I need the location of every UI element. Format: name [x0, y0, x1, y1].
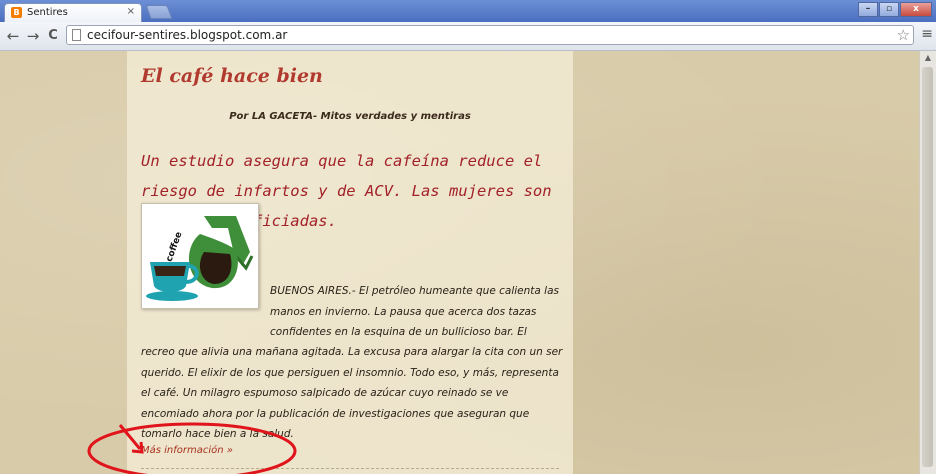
minimize-button[interactable]: – — [858, 2, 878, 17]
post-body-rest: recreo que alivia una mañana agitada. La… — [141, 346, 563, 440]
coffee-image-label: coffee — [165, 231, 185, 264]
back-arrow-icon[interactable]: ← — [4, 27, 22, 45]
address-bar[interactable]: cecifour-sentires.blogspot.com.ar ☆ — [66, 25, 914, 45]
page-icon — [72, 29, 81, 41]
post-divider — [141, 468, 559, 469]
window-controls: – ▫ x — [858, 2, 932, 17]
blogger-icon: B — [11, 7, 22, 18]
post-body-intro: BUENOS AIRES.- El petróleo humeante que … — [270, 285, 559, 338]
scroll-up-icon[interactable]: ▲ — [920, 51, 936, 65]
maximize-button[interactable]: ▫ — [879, 2, 899, 17]
window-titlebar: B Sentires × – ▫ x — [0, 0, 936, 22]
reload-icon[interactable]: C — [44, 27, 62, 45]
more-info-link[interactable]: Más información » — [141, 445, 233, 456]
post-title[interactable]: El café hace bien — [141, 65, 323, 87]
post-byline: Por LA GACETA- Mitos verdades y mentiras — [229, 111, 471, 122]
tab-close-icon[interactable]: × — [127, 6, 135, 17]
page-viewport: El café hace bien Por LA GACETA- Mitos v… — [0, 51, 920, 474]
coffee-illustration: coffee — [146, 216, 254, 301]
scroll-thumb[interactable] — [922, 67, 933, 467]
blog-post: El café hace bien Por LA GACETA- Mitos v… — [127, 51, 573, 474]
wrench-menu-icon[interactable]: ≡ — [921, 26, 933, 42]
coffee-image[interactable]: coffee — [141, 203, 259, 309]
vertical-scrollbar[interactable]: ▲ — [919, 51, 936, 474]
forward-arrow-icon[interactable]: → — [24, 27, 42, 45]
new-tab-button[interactable] — [145, 5, 173, 19]
tab-title: Sentires — [27, 7, 68, 18]
bookmark-star-icon[interactable]: ☆ — [897, 26, 910, 44]
close-window-button[interactable]: x — [900, 2, 932, 17]
url-text[interactable]: cecifour-sentires.blogspot.com.ar — [87, 28, 287, 42]
browser-toolbar: ← → C cecifour-sentires.blogspot.com.ar … — [0, 22, 936, 51]
tab-sentires[interactable]: B Sentires × — [4, 3, 142, 22]
